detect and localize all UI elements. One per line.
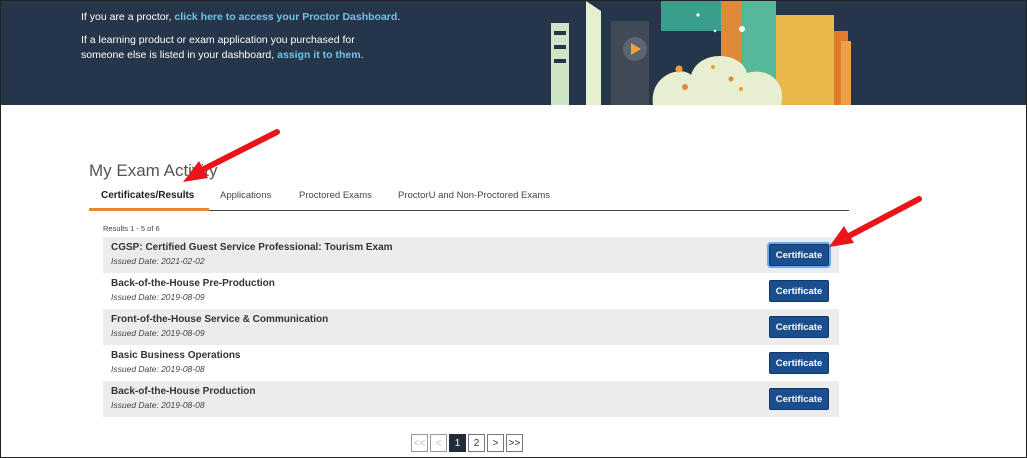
red-arrow-icon: [829, 196, 922, 247]
annotation-arrows: [183, 129, 922, 247]
red-arrow-icon: [183, 129, 280, 182]
page-frame: If you are a proctor, click here to acce…: [0, 0, 1027, 458]
